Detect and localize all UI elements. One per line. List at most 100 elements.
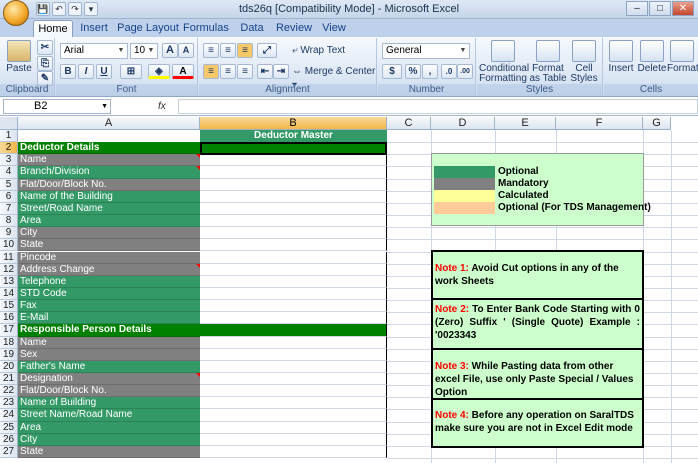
cell-a[interactable]: State [18, 239, 200, 252]
paste-button[interactable]: Paste [4, 40, 34, 74]
orientation-icon[interactable]: ⤢ [257, 43, 277, 58]
column-header-g[interactable]: G [643, 117, 671, 130]
row-header[interactable]: 15 [0, 300, 18, 313]
cut-icon[interactable]: ✂ [37, 40, 53, 55]
tab-data[interactable]: Data [237, 20, 267, 37]
formula-input[interactable] [178, 99, 698, 114]
selected-cell-b2[interactable] [200, 142, 387, 155]
tab-home[interactable]: Home [33, 20, 73, 37]
row-header[interactable]: 12 [0, 263, 18, 276]
cell-b[interactable] [200, 251, 387, 264]
currency-button[interactable]: $ [382, 64, 402, 79]
decrease-decimal-button[interactable]: .00 [457, 64, 473, 79]
font-size-combo[interactable]: 10 ▼ [130, 43, 158, 59]
cell-styles-button[interactable]: Cell Styles [568, 40, 600, 84]
format-as-table-button[interactable]: Format as Table [529, 40, 567, 84]
cell-a[interactable]: Responsible Person Details [18, 324, 200, 337]
cell-b[interactable] [200, 409, 387, 422]
increase-decimal-button[interactable]: .0 [441, 64, 457, 79]
row-header[interactable]: 19 [0, 348, 18, 361]
minimize-button[interactable]: – [626, 1, 648, 16]
name-box[interactable]: B2 ▼ [3, 99, 111, 114]
cell-a[interactable]: Sex [18, 348, 200, 361]
row-header[interactable]: 21 [0, 373, 18, 386]
deductor-master-title[interactable]: Deductor Master [200, 130, 387, 142]
decrease-indent-icon[interactable]: ⇤ [257, 64, 273, 79]
row-header[interactable]: 25 [0, 421, 18, 434]
cell-a[interactable]: Name of the Building [18, 190, 200, 203]
delete-cells-button[interactable]: Delete [637, 40, 667, 74]
row-header[interactable]: 24 [0, 409, 18, 422]
row-header[interactable]: 26 [0, 433, 18, 446]
cell-a[interactable]: Deductor Details [18, 142, 200, 155]
fill-color-icon[interactable]: ◈ [148, 64, 170, 79]
cell-a[interactable]: Area [18, 215, 200, 228]
cell-b[interactable] [200, 190, 387, 203]
cell-b[interactable] [200, 215, 387, 228]
cell-b[interactable] [200, 336, 387, 349]
tab-review[interactable]: Review [275, 20, 313, 37]
cell-a[interactable]: Name [18, 154, 200, 167]
cell-b[interactable] [200, 300, 387, 313]
select-all-corner[interactable] [0, 117, 18, 130]
cell-b[interactable] [200, 421, 387, 434]
row-header[interactable]: 3 [0, 154, 18, 167]
cell-a[interactable]: Pincode [18, 251, 200, 264]
cell-a[interactable]: Area [18, 421, 200, 434]
align-middle-icon[interactable]: ≡ [220, 43, 236, 58]
row-header[interactable]: 1 [0, 130, 18, 143]
cell-a[interactable]: E-Mail [18, 312, 200, 325]
font-color-button[interactable]: A [172, 64, 194, 79]
bold-button[interactable]: B [60, 64, 76, 79]
cell-a[interactable]: Flat/Door/Block No. [18, 178, 200, 191]
cell-b[interactable] [200, 178, 387, 191]
cell-b[interactable] [200, 275, 387, 288]
row-header[interactable]: 20 [0, 360, 18, 373]
row-header[interactable]: 8 [0, 215, 18, 228]
shrink-font-button[interactable]: A [178, 43, 194, 58]
column-header-c[interactable]: C [387, 117, 431, 130]
cell-b[interactable] [200, 312, 387, 325]
comma-button[interactable]: , [422, 64, 438, 79]
cell-a[interactable]: City [18, 433, 200, 446]
cell-b[interactable] [200, 263, 387, 276]
row-header[interactable]: 27 [0, 445, 18, 459]
insert-cells-button[interactable]: Insert [606, 40, 636, 74]
row-header[interactable]: 7 [0, 202, 18, 216]
row-header[interactable]: 5 [0, 178, 18, 191]
wrap-text-button[interactable]: ⤶ Wrap Text [292, 44, 345, 58]
office-button[interactable] [3, 0, 29, 26]
align-center-icon[interactable]: ≡ [220, 64, 236, 79]
tab-page-layout[interactable]: Page Layout [117, 20, 179, 37]
align-right-icon[interactable]: ≡ [237, 64, 253, 79]
underline-button[interactable]: U [96, 64, 112, 79]
conditional-formatting-button[interactable]: Conditional Formatting [479, 40, 529, 84]
cell-a[interactable]: Name [18, 336, 200, 349]
align-bottom-icon[interactable]: ≡ [237, 43, 253, 58]
cell-a[interactable]: Flat/Door/Block No. [18, 385, 200, 398]
increase-indent-icon[interactable]: ⇥ [273, 64, 289, 79]
row-header[interactable]: 18 [0, 336, 18, 349]
cell-a[interactable]: Designation [18, 373, 200, 386]
row-header[interactable]: 16 [0, 312, 18, 325]
copy-icon[interactable]: ⎘ [37, 56, 53, 71]
cell-b[interactable] [200, 397, 387, 410]
row-header[interactable]: 4 [0, 166, 18, 179]
cell-b[interactable] [200, 324, 387, 337]
align-left-icon[interactable]: ≡ [203, 64, 219, 79]
cell-b[interactable] [200, 154, 387, 167]
cell-a[interactable]: Branch/Division [18, 166, 200, 179]
column-header-b[interactable]: B [200, 117, 387, 130]
row-header[interactable]: 6 [0, 190, 18, 203]
row-header[interactable]: 17 [0, 324, 18, 337]
format-cells-button[interactable]: Format [667, 40, 698, 74]
italic-button[interactable]: I [78, 64, 94, 79]
cell-b[interactable] [200, 166, 387, 179]
cell-a[interactable]: State [18, 445, 200, 459]
cell-a[interactable]: City [18, 227, 200, 240]
cell-b[interactable] [200, 433, 387, 446]
column-header-d[interactable]: D [431, 117, 495, 130]
row-header[interactable]: 11 [0, 251, 18, 264]
cell-a[interactable]: Father's Name [18, 360, 200, 373]
row-header[interactable]: 13 [0, 275, 18, 288]
